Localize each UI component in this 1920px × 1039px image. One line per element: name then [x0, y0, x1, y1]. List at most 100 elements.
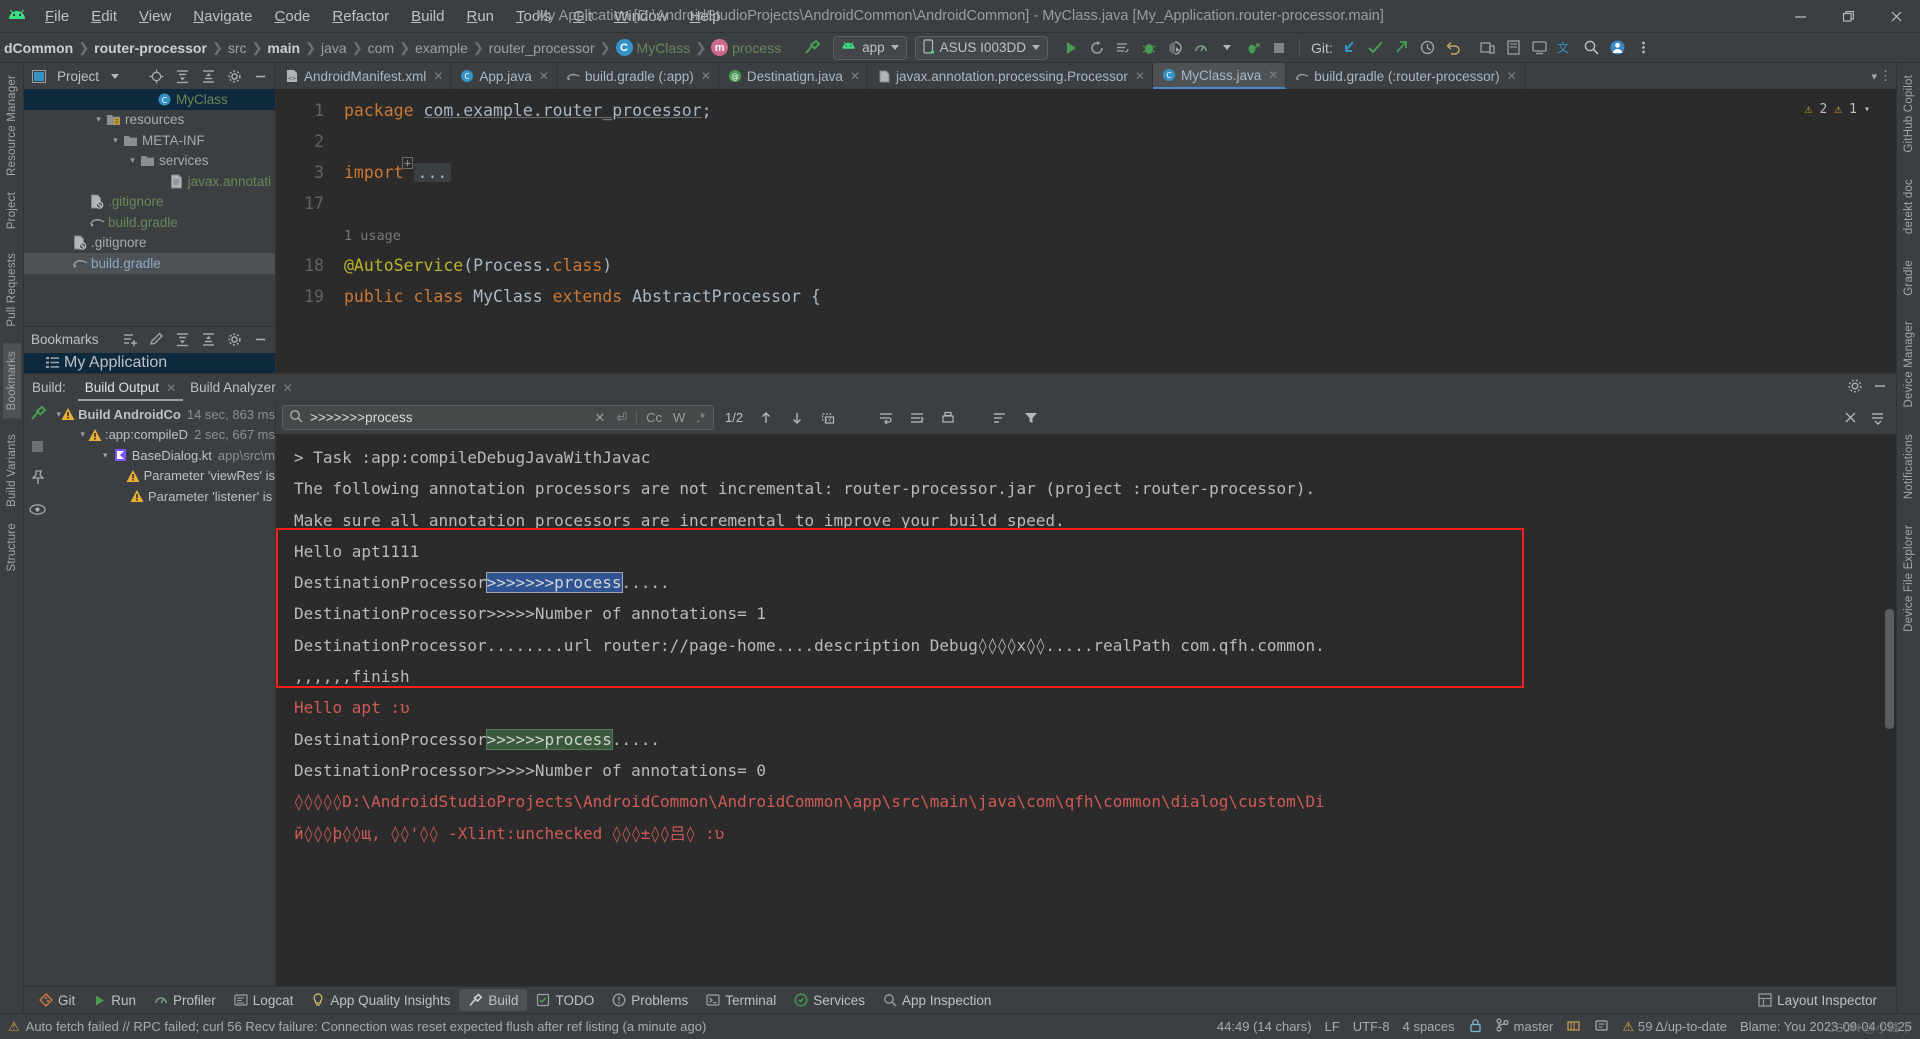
pin-icon[interactable]	[30, 470, 46, 491]
expand-console-button[interactable]	[1866, 406, 1890, 430]
caret-position[interactable]: 44:49 (14 chars)	[1217, 1019, 1312, 1034]
update-status[interactable]: ⚠ 59 Δ/up-to-date	[1622, 1019, 1727, 1035]
bottom-bar-app-inspection[interactable]: App Inspection	[874, 989, 1000, 1011]
code-content[interactable]: package com.example.router_processor; + im…	[344, 89, 1896, 312]
build-tree-item[interactable]: ▾ BaseDialog.kt app\src\m	[51, 445, 275, 466]
gear-icon[interactable]	[224, 329, 245, 350]
build-tree-item[interactable]: ▾:app:compileD 2 sec, 667 ms	[51, 425, 275, 446]
bottom-bar-logcat[interactable]: Logcat	[225, 989, 303, 1011]
git-update-button[interactable]	[1337, 36, 1363, 60]
gear-icon[interactable]	[224, 66, 245, 87]
select-all-occurrences-button[interactable]	[816, 406, 840, 430]
match-case-toggle[interactable]: Cc	[644, 410, 664, 425]
menu-item-file[interactable]: File	[34, 5, 80, 28]
inspection-icon[interactable]	[1594, 1018, 1609, 1036]
close-tab-icon[interactable]: ✕	[431, 69, 443, 83]
words-toggle[interactable]: W	[671, 410, 687, 425]
fold-marker-icon[interactable]: +	[402, 157, 414, 169]
breadcrumb-item-process[interactable]: m process	[707, 39, 785, 56]
menu-item-code[interactable]: Code	[264, 5, 322, 28]
translate-icon[interactable]: 文	[1553, 36, 1579, 60]
apply-changes-button[interactable]	[1110, 36, 1136, 60]
build-tab-build-analyzer[interactable]: Build Analyzer ✕	[183, 374, 300, 401]
indent-setting[interactable]: 4 spaces	[1403, 1019, 1455, 1034]
add-bookmark-icon[interactable]	[120, 329, 141, 350]
close-tab-icon[interactable]: ✕	[699, 69, 711, 83]
device-manager-icon[interactable]	[1475, 36, 1501, 60]
sort-button[interactable]	[988, 406, 1012, 430]
profiler-dropdown[interactable]	[1214, 36, 1240, 60]
menu-item-run[interactable]: Run	[455, 5, 505, 28]
editor-tab-androidmanifest-xml[interactable]: <> AndroidManifest.xml ✕	[276, 63, 452, 89]
expand-all-icon[interactable]	[172, 66, 193, 87]
stop-button[interactable]	[1266, 36, 1292, 60]
bottom-bar-profiler[interactable]: Profiler	[145, 989, 225, 1011]
console-output[interactable]: > Task :app:compileDebugJavaWithJavac The…	[276, 434, 1896, 986]
git-commit-button[interactable]	[1363, 36, 1389, 60]
hide-icon[interactable]	[250, 66, 271, 87]
breadcrumb-item-com[interactable]: com	[364, 40, 398, 56]
profiler-button[interactable]	[1188, 36, 1214, 60]
make-project-button[interactable]	[799, 36, 825, 60]
minimize-button[interactable]	[1776, 0, 1824, 33]
editor-tab-javax-annotation-processing-processor[interactable]: javax.annotation.processing.Processor ✕	[868, 63, 1153, 89]
build-output-tree[interactable]: ▾ Build AndroidCo 14 sec, 863 ms ▾:app:comp…	[51, 401, 275, 986]
menu-item-git[interactable]: Git	[562, 5, 603, 28]
breadcrumb-item-myclass[interactable]: C MyClass	[612, 39, 695, 56]
search-history-icon[interactable]: ⏎	[614, 410, 629, 426]
account-avatar-icon[interactable]	[1605, 36, 1631, 60]
build-tree-item[interactable]: Parameter 'viewRes' is	[51, 466, 275, 487]
restart-build-icon[interactable]	[29, 405, 47, 428]
editor-tab-myclass-java[interactable]: C MyClass.java ✕	[1152, 63, 1287, 89]
gear-icon[interactable]	[1847, 378, 1863, 397]
scroll-to-end-button[interactable]	[905, 406, 929, 430]
bottom-bar-run[interactable]: Run	[84, 989, 145, 1011]
bottom-bar-todo[interactable]: TODO	[527, 989, 603, 1011]
console-scrollbar[interactable]	[1885, 609, 1894, 729]
chevron-down-icon[interactable]: ▾	[99, 450, 112, 461]
left-rail-tab-project[interactable]: Project	[3, 184, 21, 237]
left-rail-tab-structure[interactable]: Structure	[3, 515, 21, 579]
edit-pencil-icon[interactable]	[146, 329, 167, 350]
device-selector[interactable]: ASUS I003DD	[914, 35, 1048, 60]
close-tab-icon[interactable]: ✕	[848, 69, 860, 83]
search-everywhere-icon[interactable]	[1579, 36, 1605, 60]
avd-icon[interactable]	[1527, 36, 1553, 60]
rerun-button[interactable]	[1084, 36, 1110, 60]
project-tree-item[interactable]: javax.annotati	[24, 171, 275, 192]
git-push-button[interactable]	[1389, 36, 1415, 60]
menu-item-view[interactable]: View	[128, 5, 182, 28]
right-rail-tab-gradle[interactable]: Gradle	[1900, 252, 1918, 304]
bottom-bar-app-quality-insights[interactable]: App Quality Insights	[302, 989, 459, 1011]
tab-list-chevron-icon[interactable]: ▾	[1871, 70, 1877, 83]
bottom-bar-git[interactable]: Git	[30, 989, 84, 1011]
chevron-down-icon[interactable]	[104, 66, 125, 87]
bookmark-item[interactable]: My Application	[24, 352, 275, 373]
editor-tab-app-java[interactable]: C App.java ✕	[451, 63, 557, 89]
breadcrumb-item-router-processor[interactable]: router_processor	[485, 40, 599, 56]
find-next-button[interactable]	[785, 406, 809, 430]
print-button[interactable]	[936, 406, 960, 430]
collapse-all-icon[interactable]	[198, 329, 219, 350]
bottom-bar-terminal[interactable]: Terminal	[697, 989, 785, 1011]
close-tab-icon[interactable]: ✕	[1266, 68, 1278, 82]
expand-all-icon[interactable]	[172, 329, 193, 350]
breadcrumb-item-router-processor[interactable]: router-processor	[90, 40, 211, 56]
device-explorer-icon[interactable]	[1501, 36, 1527, 60]
menu-item-edit[interactable]: Edit	[80, 5, 128, 28]
clear-search-icon[interactable]: ✕	[592, 410, 607, 426]
right-rail-tab-detekt-doc[interactable]: detekt doc	[1900, 171, 1918, 242]
chevron-down-icon[interactable]: ▾	[126, 155, 139, 166]
project-tree-item[interactable]: ▾ resources	[24, 110, 275, 131]
right-rail-tab-device-manager[interactable]: Device Manager	[1900, 313, 1918, 416]
line-separator[interactable]: LF	[1325, 1019, 1340, 1034]
menu-item-build[interactable]: Build	[400, 5, 455, 28]
debug-button[interactable]	[1136, 36, 1162, 60]
project-tree[interactable]: C MyClass ▾ resources ▾ META-INF ▾ services java…	[24, 89, 275, 326]
chevron-down-icon[interactable]: ▾	[1864, 94, 1870, 125]
build-tab-build-output[interactable]: Build Output ✕	[78, 374, 183, 401]
stop-icon[interactable]	[31, 440, 44, 458]
close-tab-icon[interactable]: ✕	[1133, 69, 1145, 83]
project-tree-item[interactable]: C MyClass	[24, 89, 275, 110]
left-rail-tab-build-variants[interactable]: Build Variants	[3, 426, 21, 515]
